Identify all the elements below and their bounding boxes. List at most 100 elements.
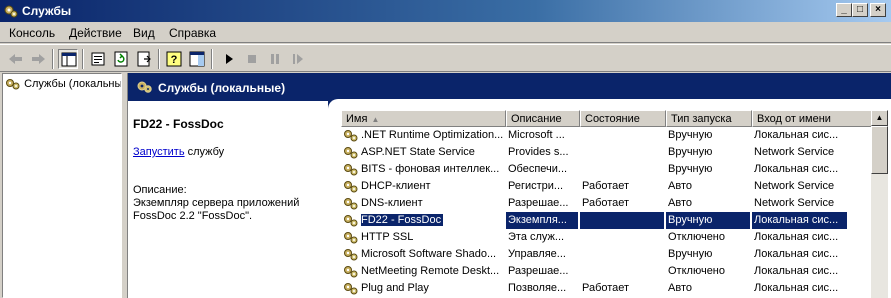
- service-gear-icon: [344, 249, 358, 261]
- service-name-cell: HTTP SSL: [341, 229, 504, 246]
- service-row[interactable]: DHCP-клиент Регистри... Работает Авто Networ…: [341, 178, 873, 195]
- extended-view-tab-edge: [328, 99, 891, 109]
- service-state-cell: [580, 212, 664, 229]
- service-name: BITS - фоновая интеллек...: [361, 163, 500, 175]
- start-service-link[interactable]: Запустить: [133, 146, 185, 158]
- start-service-suffix: службу: [184, 146, 225, 158]
- service-gear-icon: [344, 181, 358, 193]
- console-tree-icon: [61, 52, 77, 67]
- export-list-button[interactable]: [134, 49, 154, 69]
- console-tree: Службы (локальные): [2, 73, 122, 298]
- tree-item-services-local[interactable]: Службы (локальные): [5, 77, 122, 91]
- play-icon: [226, 54, 233, 64]
- service-state-cell: [580, 263, 664, 280]
- service-description-cell: Управляе...: [508, 248, 566, 260]
- service-startup-cell: Вручную: [666, 212, 750, 229]
- service-startup-cell: Вручную: [668, 129, 713, 141]
- service-name-cell: BITS - фоновая интеллек...: [341, 161, 504, 178]
- service-row[interactable]: HTTP SSL Эта служ... Отключено Локальная си…: [341, 229, 873, 246]
- service-name: Plug and Play: [361, 282, 429, 294]
- refresh-button[interactable]: [111, 49, 131, 69]
- pane-header: Службы (локальные): [128, 73, 891, 101]
- services-list: Имя ▲ Описание Состояние Тип запуска Вход…: [341, 110, 891, 298]
- sort-ascending-icon: ▲: [371, 115, 380, 124]
- service-row[interactable]: FD22 - FossDoc Экземпля... Вручную Локальна…: [341, 212, 873, 229]
- service-name: ASP.NET State Service: [361, 146, 475, 158]
- scroll-up-arrow-icon[interactable]: ▲: [871, 110, 888, 126]
- toolbar-separator: [158, 49, 160, 69]
- service-name-cell: ASP.NET State Service: [341, 144, 504, 161]
- service-gear-icon: [344, 198, 358, 210]
- stop-service-button[interactable]: [242, 49, 262, 69]
- service-startup-cell: Авто: [668, 282, 692, 294]
- column-header-name[interactable]: Имя ▲: [341, 110, 506, 127]
- restart-service-button[interactable]: [288, 49, 308, 69]
- column-header-logon-as[interactable]: Вход от имени: [752, 110, 873, 127]
- toolbar: ?: [0, 44, 891, 72]
- export-list-icon: [137, 51, 151, 67]
- help-button[interactable]: ?: [164, 49, 184, 69]
- service-state-cell: [580, 144, 664, 161]
- service-logon-cell: Network Service: [754, 197, 835, 209]
- column-header-description[interactable]: Описание: [506, 110, 580, 127]
- title-bar: Службы _ □ ×: [0, 0, 891, 22]
- menu-console[interactable]: Консоль: [9, 26, 55, 40]
- service-logon-cell: Network Service: [754, 180, 835, 192]
- service-description-cell: Microsoft ...: [508, 129, 565, 141]
- service-description-cell: Регистри...: [508, 180, 564, 192]
- back-button[interactable]: [6, 49, 26, 69]
- service-state-cell: [580, 246, 664, 263]
- service-gear-icon: [344, 283, 358, 295]
- service-name: NetMeeting Remote Deskt...: [361, 265, 500, 277]
- start-service-button[interactable]: [219, 49, 239, 69]
- menu-action[interactable]: Действие: [69, 26, 122, 40]
- service-startup-cell: Отключено: [668, 265, 725, 277]
- service-name: .NET Runtime Optimization...: [361, 129, 504, 141]
- service-name-cell: DHCP-клиент: [341, 178, 504, 195]
- service-state-cell: Работает: [582, 197, 630, 209]
- restart-icon: [293, 54, 303, 64]
- show-hide-action-pane-button[interactable]: [187, 49, 207, 69]
- service-row[interactable]: BITS - фоновая интеллек... Обеспечи... Вру…: [341, 161, 873, 178]
- service-startup-cell: Вручную: [668, 146, 713, 158]
- pause-icon: [271, 54, 279, 64]
- service-description-cell: Экземпля...: [506, 212, 578, 229]
- service-row[interactable]: NetMeeting Remote Deskt... Разрешае... Отк…: [341, 263, 873, 280]
- service-description-cell: Позволяе...: [508, 282, 567, 294]
- service-state-cell: Работает: [582, 180, 630, 192]
- service-startup-cell: Вручную: [668, 163, 713, 175]
- service-row[interactable]: .NET Runtime Optimization... Microsoft ..…: [341, 127, 873, 144]
- service-row[interactable]: Plug and Play Позволяе... Работает Авто Лока…: [341, 280, 873, 297]
- properties-button[interactable]: [88, 49, 108, 69]
- column-header-startup-type[interactable]: Тип запуска: [666, 110, 752, 127]
- minimize-button[interactable]: _: [836, 3, 852, 17]
- forward-button[interactable]: [28, 49, 48, 69]
- service-name: FD22 - FossDoc: [361, 214, 444, 226]
- pause-service-button[interactable]: [265, 49, 285, 69]
- column-header-label: Имя: [346, 113, 368, 125]
- show-hide-tree-button[interactable]: [58, 49, 78, 69]
- maximize-button[interactable]: □: [852, 3, 868, 17]
- close-button[interactable]: ×: [870, 3, 886, 17]
- service-gear-icon: [344, 266, 358, 278]
- tree-item-label: Службы (локальные): [24, 78, 122, 90]
- service-state-cell: [580, 229, 664, 246]
- menu-help[interactable]: Справка: [169, 26, 216, 40]
- column-header-state[interactable]: Состояние: [580, 110, 666, 127]
- service-gear-icon: [344, 215, 358, 227]
- help-icon: ?: [166, 51, 182, 67]
- vertical-scrollbar[interactable]: ▲: [871, 110, 888, 298]
- window-title: Службы: [22, 4, 72, 18]
- service-row[interactable]: ASP.NET State Service Provides s... Вручну…: [341, 144, 873, 161]
- service-name-cell: .NET Runtime Optimization...: [341, 127, 504, 144]
- details-pane: Службы (локальные) FD22 - FossDoc Запуст…: [127, 73, 891, 298]
- service-state-cell: Работает: [582, 282, 630, 294]
- service-startup-cell: Вручную: [668, 248, 713, 260]
- properties-icon: [91, 52, 105, 66]
- scrollbar-thumb[interactable]: [871, 126, 888, 174]
- menu-view[interactable]: Вид: [133, 26, 155, 40]
- refresh-icon: [114, 51, 128, 67]
- stop-icon: [248, 55, 256, 63]
- service-row[interactable]: DNS-клиент Разрешае... Работает Авто Network…: [341, 195, 873, 212]
- service-row[interactable]: Microsoft Software Shado... Управляе... Вр…: [341, 246, 873, 263]
